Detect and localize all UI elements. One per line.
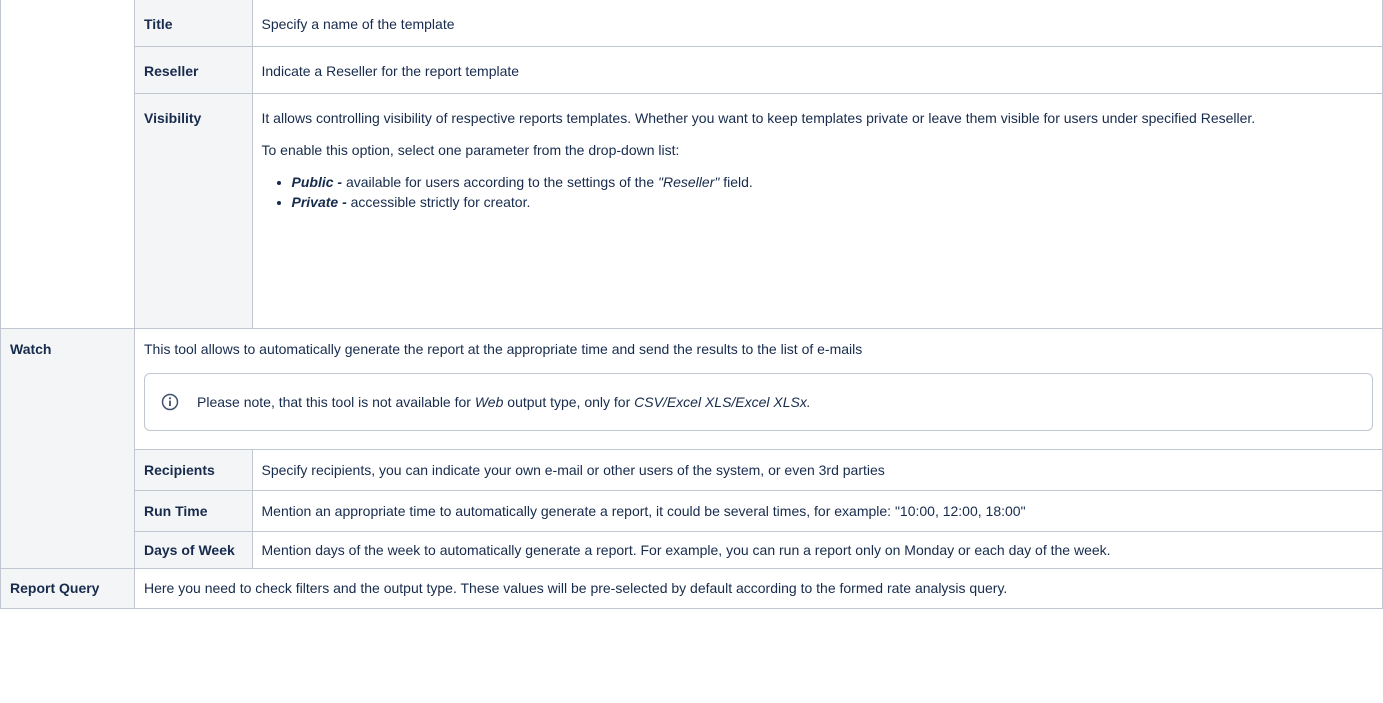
- public-field: "Reseller": [658, 174, 720, 190]
- table-row: Visibility It allows controlling visibil…: [135, 93, 1382, 328]
- watch-settings-table: Recipients Specify recipients, you can i…: [135, 449, 1382, 568]
- settings-table: Title Specify a name of the template Res…: [0, 0, 1383, 609]
- table-row: Days of Week Mention days of the week to…: [135, 531, 1382, 568]
- public-text-post: field.: [719, 174, 753, 190]
- visibility-options: Public - available for users according t…: [262, 172, 1374, 212]
- note-types: CSV/Excel XLS/Excel XLSx.: [634, 394, 811, 410]
- table-row: Recipients Specify recipients, you can i…: [135, 449, 1382, 491]
- info-panel: Please note, that this tool is not avail…: [144, 373, 1373, 431]
- visibility-intro: It allows controlling visibility of resp…: [261, 110, 1256, 126]
- watch-content: This tool allows to automatically genera…: [135, 329, 1382, 431]
- row-label-watch: Watch: [0, 328, 135, 569]
- public-term: Public -: [291, 174, 343, 190]
- list-item: Private - accessible strictly for creato…: [292, 192, 1374, 212]
- table-row: Watch This tool allows to automatically …: [0, 328, 1383, 569]
- table-row: Run Time Mention an appropriate time to …: [135, 490, 1382, 532]
- row-label-reseller: Reseller: [135, 46, 253, 94]
- row-label-title: Title: [135, 0, 253, 47]
- watch-description: This tool allows to automatically genera…: [144, 341, 863, 357]
- private-text: accessible strictly for creator.: [346, 194, 531, 210]
- row-value-reseller: Indicate a Reseller for the report templ…: [251, 46, 1382, 94]
- template-settings-table: Title Specify a name of the template Res…: [135, 0, 1382, 328]
- note-web: Web: [474, 394, 504, 410]
- table-row: Reseller Indicate a Reseller for the rep…: [135, 46, 1382, 94]
- row-label-report-query: Report Query: [0, 568, 135, 609]
- table-row: Report Query Here you need to check filt…: [0, 568, 1383, 609]
- watch-cell: This tool allows to automatically genera…: [134, 328, 1383, 569]
- row-label-days-of-week: Days of Week: [135, 531, 253, 568]
- row-value-days-of-week: Mention days of the week to automaticall…: [251, 531, 1382, 568]
- note-text-mid: output type, only for: [503, 394, 635, 410]
- nested-cell: Title Specify a name of the template Res…: [134, 0, 1383, 329]
- note-text-pre: Please note, that this tool is not avail…: [197, 394, 475, 410]
- document-page: Title Specify a name of the template Res…: [0, 0, 1383, 703]
- row-label-recipients: Recipients: [135, 449, 253, 491]
- private-term: Private -: [291, 194, 347, 210]
- visibility-instruction: To enable this option, select one parame…: [261, 142, 680, 158]
- empty-cell: [0, 0, 135, 329]
- row-value-visibility: It allows controlling visibility of resp…: [251, 93, 1382, 328]
- list-item: Public - available for users according t…: [292, 172, 1374, 192]
- table-row: Title Specify a name of the template: [135, 0, 1382, 47]
- public-text-pre: available for users according to the set…: [342, 174, 659, 190]
- row-value-title: Specify a name of the template: [251, 0, 1382, 47]
- table-row: Title Specify a name of the template Res…: [0, 0, 1383, 329]
- row-value-recipients: Specify recipients, you can indicate you…: [251, 449, 1382, 491]
- row-label-run-time: Run Time: [135, 490, 253, 532]
- info-icon: [161, 393, 179, 411]
- row-label-visibility: Visibility: [135, 93, 253, 328]
- row-value-report-query: Here you need to check filters and the o…: [134, 568, 1383, 609]
- row-value-run-time: Mention an appropriate time to automatic…: [251, 490, 1382, 532]
